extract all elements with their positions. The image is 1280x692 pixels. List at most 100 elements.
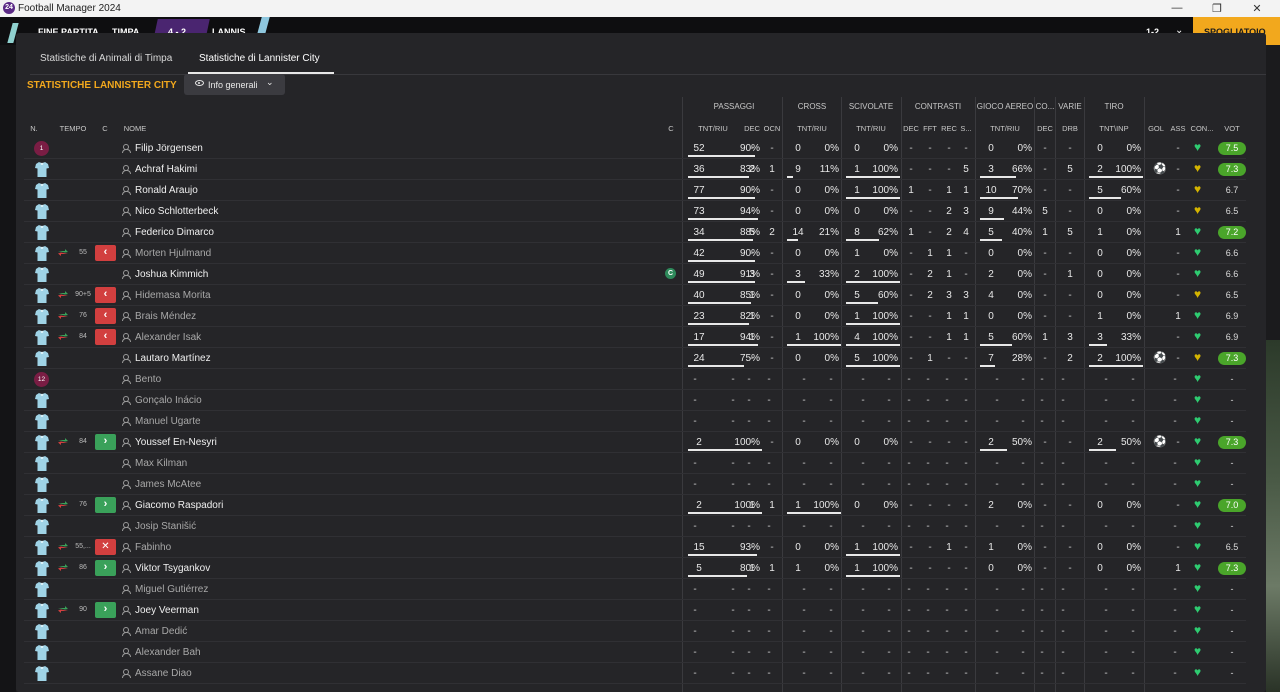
- player-name[interactable]: Youssef En-Nesyri: [135, 437, 217, 448]
- sub-out-icon[interactable]: ‹: [95, 245, 116, 261]
- col-sciv-tnt-riu[interactable]: TNT/RIU: [842, 124, 900, 133]
- col-tempo[interactable]: TEMPO: [54, 124, 92, 133]
- restore-button[interactable]: ❐: [1197, 2, 1237, 15]
- table-row[interactable]: 55 ‹ Morten Hjulmand 42 90% 0 0% 1 0% 0 0% 0 0% - - -1 1…: [16, 243, 1266, 264]
- table-row[interactable]: 12 Bento - - - - - - - - - - - - - - - - - - - ♥ -: [16, 369, 1266, 390]
- shirt-icon: [35, 498, 49, 513]
- player-name[interactable]: Filip Jörgensen: [135, 143, 203, 154]
- player-name[interactable]: Giacomo Raspadori: [135, 500, 223, 511]
- stat-empty: -: [1040, 458, 1044, 469]
- col-vot[interactable]: VOT: [1218, 124, 1246, 133]
- col-air-tnt-riu[interactable]: TNT/RIU: [976, 124, 1034, 133]
- table-row[interactable]: Miguel Gutiérrez - - - - - - - - - - - - - - - - - - - ♥ -: [16, 579, 1266, 600]
- table-row[interactable]: Gonçalo Inácio - - - - - - - - - - - - - - - - - - - ♥ -: [16, 390, 1266, 411]
- stat-empty: -: [802, 668, 806, 679]
- table-row[interactable]: Lautaro Martínez 24 75% 0 0% 5 100% 7 28% 2 100% - -…: [16, 348, 1266, 369]
- col-change[interactable]: C: [98, 124, 112, 133]
- col-pass-ocn[interactable]: OCN: [762, 124, 782, 133]
- sub-in-icon[interactable]: ›: [95, 497, 116, 513]
- player-name[interactable]: Nico Schlotterbeck: [135, 206, 218, 217]
- stat-s: 1: [963, 332, 969, 343]
- player-name[interactable]: Miguel Gutiérrez: [135, 584, 208, 595]
- stat-empty: -: [1021, 521, 1025, 532]
- col-con-dec[interactable]: DEC: [902, 124, 920, 133]
- player-name[interactable]: Joey Veerman: [135, 605, 199, 616]
- col-con-rec[interactable]: REC: [940, 124, 958, 133]
- table-row[interactable]: 84 ‹ Alexander Isak 17 94% 1 100% 4 100% 5 60% 3 33%…: [16, 327, 1266, 348]
- player-name[interactable]: Josip Stanišić: [135, 521, 196, 532]
- stat-empty: -: [829, 584, 833, 595]
- table-row[interactable]: Max Kilman - - - - - - - - - - - - - - - - - - - ♥ -: [16, 453, 1266, 474]
- player-name[interactable]: Lautaro Martínez: [135, 353, 211, 364]
- col-ass[interactable]: ASS: [1168, 124, 1188, 133]
- sub-out-icon[interactable]: ‹: [95, 287, 116, 303]
- table-row[interactable]: 1 Filip Jörgensen 52 90% 0 0% 0 0% 0 0% 0 0% - - - - - - -…: [16, 138, 1266, 159]
- col-name[interactable]: NOME: [120, 124, 150, 133]
- player-name[interactable]: Ronald Araujo: [135, 185, 198, 196]
- table-row[interactable]: 84 › Youssef En-Nesyri 2 100% 0 0% 0 0% 2 50% 2 50% -…: [16, 432, 1266, 453]
- col-pass-dec[interactable]: DEC: [742, 124, 762, 133]
- table-row[interactable]: 90+5 ‹ Hidemasa Morita 40 85% 0 0% 5 60% 4 0% 0 0% 1-…: [16, 285, 1266, 306]
- table-row[interactable]: Assane Diao - - - - - - - - - - - - - - - - - - - ♥ -: [16, 663, 1266, 684]
- player-name[interactable]: Max Kilman: [135, 458, 187, 469]
- table-row[interactable]: Josip Stanišić - - - - - - - - - - - - - - - - - - - ♥ -: [16, 516, 1266, 537]
- player-name[interactable]: Brais Méndez: [135, 311, 196, 322]
- player-name[interactable]: Gonçalo Inácio: [135, 395, 202, 406]
- col-condition[interactable]: CON...: [1188, 124, 1216, 133]
- player-name[interactable]: Viktor Tsygankov: [135, 563, 210, 574]
- col-con-s[interactable]: S...: [959, 124, 973, 133]
- player-name[interactable]: Alexander Isak: [135, 332, 201, 343]
- player-name[interactable]: James McAtee: [135, 479, 201, 490]
- table-row[interactable]: Ronald Araujo 77 90% 0 0% 1 100% 10 70% 5 60% - -1-1…: [16, 180, 1266, 201]
- col-con-fft[interactable]: FFT: [921, 124, 939, 133]
- col-gol[interactable]: GOL: [1146, 124, 1166, 133]
- table-row[interactable]: Alexander Bah - - - - - - - - - - - - - - - - - - - ♥ -: [16, 642, 1266, 663]
- table-row[interactable]: 76 ‹ Brais Méndez 23 82% 0 0% 1 100% 0 0% 1 0% 1- - -1 1…: [16, 306, 1266, 327]
- col-captain[interactable]: C: [666, 124, 676, 133]
- table-row[interactable]: Manuel Ugarte - - - - - - - - - - - - - - - - - - - ♥ -: [16, 411, 1266, 432]
- player-name[interactable]: Achraf Hakimi: [135, 164, 197, 175]
- sub-in-icon[interactable]: ›: [95, 434, 116, 450]
- table-row[interactable]: Achraf Hakimi 36 83% 9 11% 1 100% 3 66% 2 100% 2 1- -…: [16, 159, 1266, 180]
- stat-pass-bar: [688, 323, 749, 325]
- player-name[interactable]: Fabinho: [135, 542, 171, 553]
- stat-pass-attempts: 2: [696, 437, 702, 448]
- player-name[interactable]: Alexander Bah: [135, 647, 201, 658]
- table-row[interactable]: Federico Dimarco 34 88% 14 21% 8 62% 5 40% 1 0% 5 2 1…: [16, 222, 1266, 243]
- player-name[interactable]: Amar Dedić: [135, 626, 187, 637]
- tab-home-stats[interactable]: Statistiche di Animali di Timpa: [40, 53, 172, 64]
- table-row[interactable]: Amar Dedić - - - - - - - - - - - - - - - - - - - ♥ -: [16, 621, 1266, 642]
- player-name[interactable]: Morten Hjulmand: [135, 248, 211, 259]
- player-name[interactable]: Joshua Kimmich: [135, 269, 208, 280]
- sub-in-icon[interactable]: ›: [95, 560, 116, 576]
- table-row[interactable]: 90 › Joey Veerman - - - - - - - - - - - - - - - - - - - ♥ -: [16, 600, 1266, 621]
- view-dropdown[interactable]: Info generali ⌄: [184, 74, 285, 95]
- player-name[interactable]: Manuel Ugarte: [135, 416, 201, 427]
- sub-in-icon[interactable]: ›: [95, 602, 116, 618]
- table-row[interactable]: Nico Schlotterbeck 73 94% 0 0% 0 0% 9 44% 0 0% - - - -…: [16, 201, 1266, 222]
- table-row[interactable]: 76 › Giacomo Raspadori 2 100% 1 100% 0 0% 2 0% 0 0% 1…: [16, 495, 1266, 516]
- close-button[interactable]: ✕: [1237, 2, 1277, 15]
- stat-codec: -: [1043, 311, 1047, 322]
- sub-in-out-icon[interactable]: ✕: [95, 539, 116, 555]
- tab-away-stats[interactable]: Statistiche di Lannister City: [199, 53, 320, 64]
- col-pass-tnt-riu[interactable]: TNT/RIU: [684, 124, 742, 133]
- col-drb[interactable]: DRB: [1056, 124, 1084, 133]
- col-tiro-tnt-inp[interactable]: TNT\INP: [1085, 124, 1143, 133]
- player-name[interactable]: Federico Dimarco: [135, 227, 214, 238]
- minimize-button[interactable]: —: [1157, 2, 1197, 14]
- table-row[interactable]: 55,... ✕ Fabinho 15 93% 0 0% 1 100% 1 0% 0 0% - - - -1- -…: [16, 537, 1266, 558]
- col-co-dec[interactable]: DEC: [1035, 124, 1055, 133]
- sub-out-icon[interactable]: ‹: [95, 329, 116, 345]
- stat-s: 1: [963, 311, 969, 322]
- table-row[interactable]: James McAtee - - - - - - - - - - - - - - - - - - - ♥ -: [16, 474, 1266, 495]
- col-number[interactable]: N.: [24, 124, 44, 133]
- player-name[interactable]: Bento: [135, 374, 161, 385]
- group-varie: VARIE: [1058, 102, 1082, 111]
- table-row[interactable]: Joshua Kimmich C 49 91% 3 33% 2 100% 2 0% 0 0% 3- -2 1…: [16, 264, 1266, 285]
- col-cross-tnt-riu[interactable]: TNT/RIU: [783, 124, 841, 133]
- player-name[interactable]: Hidemasa Morita: [135, 290, 211, 301]
- table-row[interactable]: 86 › Viktor Tsygankov 5 80% 1 0% 1 100% 0 0% 0 0% 1 1-…: [16, 558, 1266, 579]
- sub-out-icon[interactable]: ‹: [95, 308, 116, 324]
- player-name[interactable]: Assane Diao: [135, 668, 192, 679]
